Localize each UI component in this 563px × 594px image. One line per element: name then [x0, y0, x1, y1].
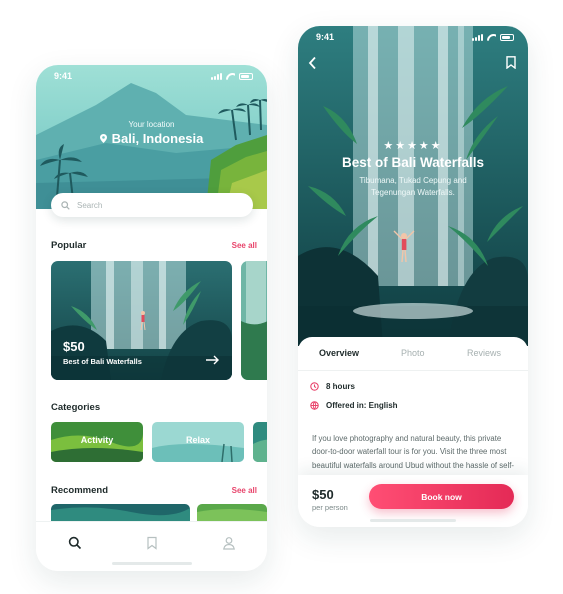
- booking-price: $50: [312, 487, 334, 502]
- language-row: Offered in: English: [310, 401, 398, 410]
- recommend-see-all-link[interactable]: See all: [232, 486, 257, 495]
- wifi-icon: [226, 73, 235, 80]
- status-bar: 9:41: [298, 26, 528, 48]
- arrow-right-icon[interactable]: [206, 355, 220, 365]
- rating-stars: ★★★★★: [383, 140, 443, 152]
- tab-photo[interactable]: Photo: [401, 348, 425, 358]
- back-chevron-icon[interactable]: [308, 56, 318, 70]
- category-activity-label: Activity: [80, 435, 114, 445]
- battery-icon: [500, 33, 514, 41]
- recommend-section-title: Recommend: [51, 485, 109, 496]
- booking-price-unit: per person: [312, 503, 348, 512]
- location-pin-icon: [99, 134, 107, 143]
- tour-subtitle: Tibumana, Tukad Cepung and Tegenungan Wa…: [359, 176, 467, 197]
- category-next-peek[interactable]: [253, 422, 267, 462]
- home-indicator: [112, 562, 192, 565]
- tour-detail-screen: 9:41 ★★★★★ Best of Bali Waterfalls Tibum…: [298, 26, 528, 527]
- tab-overview[interactable]: Overview: [319, 348, 359, 358]
- clock-icon: [310, 382, 319, 391]
- bottom-tab-bar: [36, 521, 267, 571]
- popular-card-bali-waterfalls[interactable]: $50 Best of Bali Waterfalls: [51, 261, 232, 380]
- popular-card-next-peek[interactable]: [241, 261, 267, 380]
- popular-card-price: $50: [63, 339, 85, 354]
- popular-card-name: Best of Bali Waterfalls: [63, 357, 142, 366]
- language-text: Offered in: English: [326, 401, 398, 410]
- search-icon: [61, 200, 70, 210]
- profile-icon[interactable]: [222, 536, 236, 550]
- duration-row: 8 hours: [310, 382, 355, 391]
- category-activity[interactable]: Activity: [51, 422, 143, 462]
- search-input[interactable]: Search: [51, 193, 253, 217]
- tour-title: Best of Bali Waterfalls: [341, 155, 485, 170]
- signal-icon: [472, 33, 483, 41]
- status-time: 9:41: [54, 71, 73, 81]
- wifi-icon: [487, 34, 496, 41]
- signal-icon: [211, 72, 222, 80]
- category-relax[interactable]: Relax: [152, 422, 244, 462]
- tab-reviews[interactable]: Reviews: [467, 348, 501, 358]
- tab-divider: [298, 370, 528, 371]
- location-name-label: Bali, Indonesia: [111, 131, 204, 146]
- battery-icon: [239, 72, 253, 80]
- categories-section-title: Categories: [51, 402, 101, 413]
- location-name[interactable]: Bali, Indonesia: [36, 131, 267, 146]
- popular-see-all-link[interactable]: See all: [232, 241, 257, 250]
- book-now-button[interactable]: Book now: [369, 484, 514, 509]
- detail-tabs: Overview Photo Reviews: [298, 337, 528, 371]
- category-relax-label: Relax: [185, 435, 211, 445]
- tour-details-sheet: Overview Photo Reviews 8 hours Offered i…: [298, 337, 528, 527]
- home-indicator: [370, 519, 456, 522]
- bookmark-icon[interactable]: [145, 536, 159, 550]
- status-time: 9:41: [316, 32, 335, 42]
- search-placeholder: Search: [77, 200, 103, 210]
- search-icon[interactable]: [68, 536, 82, 550]
- explore-screen: 9:41 Your location Bali, Indonesia Searc…: [36, 65, 267, 571]
- popular-section-title: Popular: [51, 240, 87, 251]
- location-caption: Your location: [128, 120, 175, 129]
- status-bar: 9:41: [36, 65, 267, 87]
- bookmark-icon[interactable]: [506, 56, 516, 69]
- globe-icon: [310, 401, 319, 410]
- booking-bar: $50 per person Book now: [298, 475, 528, 527]
- duration-text: 8 hours: [326, 382, 355, 391]
